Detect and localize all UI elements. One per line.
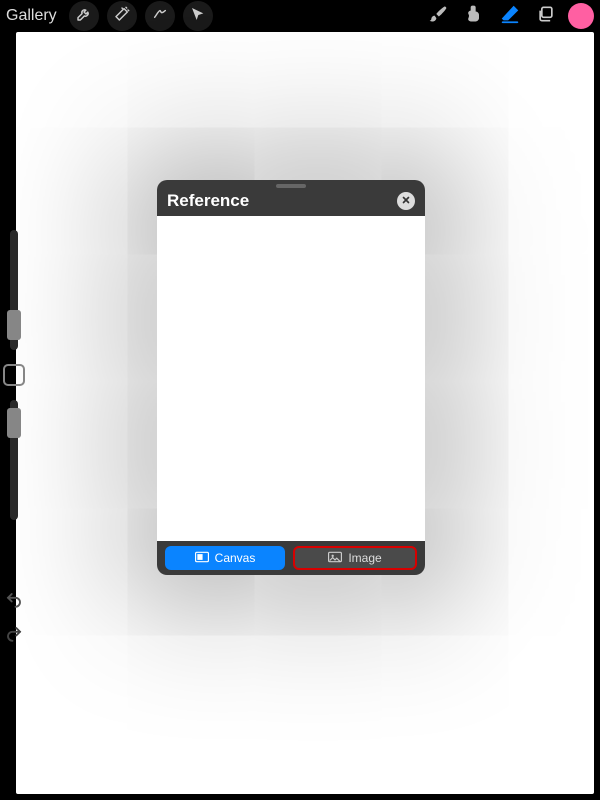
modify-button[interactable] [3, 364, 25, 386]
eraser-icon [499, 3, 521, 30]
slider-thumb[interactable] [7, 310, 21, 340]
redo-button[interactable] [2, 624, 26, 648]
reference-canvas-label: Canvas [215, 551, 256, 565]
adjustments-button[interactable] [107, 1, 137, 31]
layers-icon [536, 4, 556, 29]
redo-icon [5, 625, 23, 648]
brush-size-slider[interactable] [10, 230, 18, 350]
reference-title: Reference [167, 191, 249, 211]
reference-panel[interactable]: Reference Canvas Image [157, 180, 425, 575]
image-mini-icon [328, 551, 342, 566]
smudge-button[interactable] [460, 2, 488, 30]
color-picker-button[interactable] [568, 3, 594, 29]
canvas-mini-icon [195, 551, 209, 566]
brush-opacity-slider[interactable] [10, 400, 18, 520]
cursor-icon [190, 6, 206, 27]
drag-handle-icon[interactable] [276, 184, 306, 188]
eraser-button[interactable] [496, 2, 524, 30]
close-icon [401, 192, 411, 210]
reference-canvas-tab[interactable]: Canvas [165, 546, 285, 570]
brush-icon [428, 4, 448, 29]
reference-footer: Canvas Image [157, 541, 425, 575]
reference-image-label: Image [348, 551, 381, 565]
wrench-icon [76, 6, 92, 27]
transform-button[interactable] [183, 1, 213, 31]
reference-image-tab[interactable]: Image [293, 546, 417, 570]
reference-content[interactable] [157, 216, 425, 541]
smudge-icon [464, 4, 484, 29]
actions-button[interactable] [69, 1, 99, 31]
slider-thumb[interactable] [7, 408, 21, 438]
undo-icon [5, 591, 23, 614]
selection-icon [152, 6, 168, 27]
undo-redo-group [2, 590, 26, 648]
brush-button[interactable] [424, 2, 452, 30]
undo-button[interactable] [2, 590, 26, 614]
selection-button[interactable] [145, 1, 175, 31]
left-sidebar [0, 230, 28, 520]
close-button[interactable] [397, 192, 415, 210]
layers-button[interactable] [532, 2, 560, 30]
gallery-button[interactable]: Gallery [6, 7, 57, 25]
reference-header[interactable]: Reference [157, 180, 425, 216]
wand-icon [114, 6, 130, 27]
app-frame: Gallery [0, 0, 600, 800]
top-toolbar: Gallery [0, 0, 600, 32]
